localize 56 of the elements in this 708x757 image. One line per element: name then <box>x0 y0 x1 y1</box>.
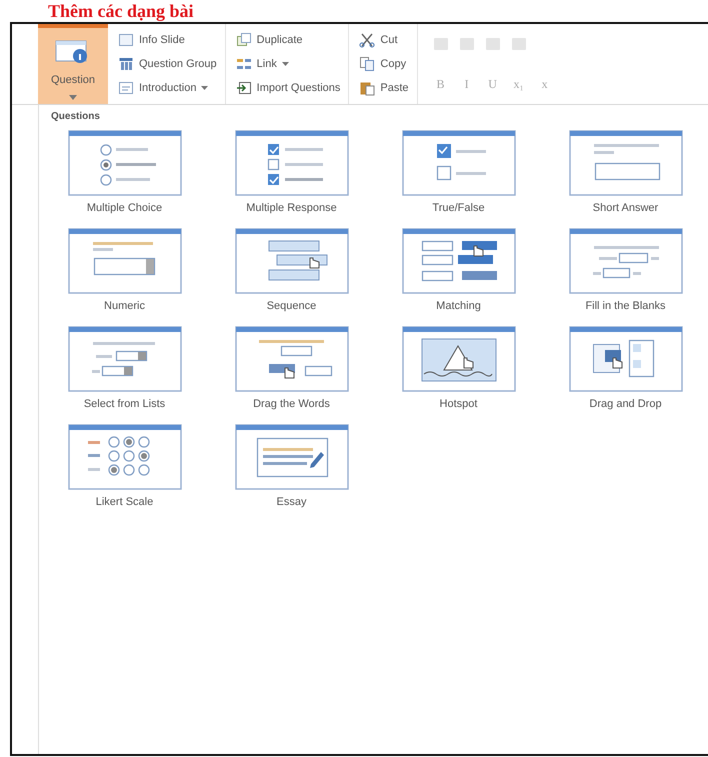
question-type-button[interactable]: Multiple Response <box>232 128 350 216</box>
list-format-icon[interactable] <box>486 38 500 50</box>
question-type-button[interactable]: Hotspot <box>400 324 518 412</box>
question-type-button[interactable]: Select from Lists <box>66 324 184 412</box>
question-type-button[interactable]: Sequence <box>232 226 350 314</box>
duplicate-icon <box>236 32 252 48</box>
copy-icon <box>359 56 376 72</box>
ribbon-button[interactable]: Question Group <box>116 55 219 73</box>
caret-icon <box>69 95 77 100</box>
paste-icon <box>359 80 376 96</box>
question-type-button[interactable]: Fill in the Blanks <box>566 226 684 314</box>
group-icon <box>118 56 134 72</box>
ribbon-button[interactable]: Info Slide <box>116 31 219 49</box>
question-type-button[interactable]: Short Answer <box>566 128 684 216</box>
question-type-button[interactable]: Drag the Words <box>232 324 350 412</box>
slide-icon <box>118 32 134 48</box>
ribbon-button[interactable]: Link <box>234 55 342 73</box>
question-type-icon <box>234 326 348 392</box>
link-icon <box>236 56 252 72</box>
question-type-icon <box>234 130 348 196</box>
question-type-icon <box>234 228 348 294</box>
question-type-icon <box>68 228 182 294</box>
list-format-icon[interactable] <box>512 38 526 50</box>
cut-icon <box>359 32 376 48</box>
question-type-icon <box>68 326 182 392</box>
question-type-button[interactable]: Numeric <box>66 226 184 314</box>
caret-icon <box>282 62 289 66</box>
question-type-icon <box>234 424 348 490</box>
list-format-icon[interactable] <box>460 38 474 50</box>
page-heading: Thêm các dạng bài <box>48 0 195 22</box>
question-type-icon <box>402 228 516 294</box>
question-type-button[interactable]: Matching <box>400 226 518 314</box>
question-type-icon <box>568 130 682 196</box>
ribbon-button[interactable]: Import Questions <box>234 79 342 97</box>
question-type-button[interactable]: Multiple Choice <box>66 128 184 216</box>
import-icon <box>236 80 252 96</box>
question-type-icon <box>402 326 516 392</box>
ribbon-button[interactable]: Copy <box>357 55 411 73</box>
ribbon-button[interactable]: Cut <box>357 31 411 49</box>
gallery-title: Questions <box>51 111 101 122</box>
ribbon-button[interactable]: Duplicate <box>234 31 342 49</box>
question-type-icon <box>68 424 182 490</box>
question-type-icon <box>68 130 182 196</box>
ribbon-button[interactable]: Paste <box>357 79 411 97</box>
question-type-button[interactable]: Likert Scale <box>66 422 184 510</box>
question-type-button[interactable]: Drag and Drop <box>566 324 684 412</box>
ribbon-button[interactable]: Introduction <box>116 79 219 97</box>
question-type-icon <box>402 130 516 196</box>
question-type-icon <box>568 326 682 392</box>
question-type-button[interactable]: Essay <box>232 422 350 510</box>
caret-icon <box>201 86 208 90</box>
question-type-icon <box>568 228 682 294</box>
list-format-icon[interactable] <box>434 38 448 50</box>
question-type-button[interactable]: True/False <box>400 128 518 216</box>
intro-icon <box>118 80 134 96</box>
question-button[interactable]: Question <box>38 24 108 104</box>
